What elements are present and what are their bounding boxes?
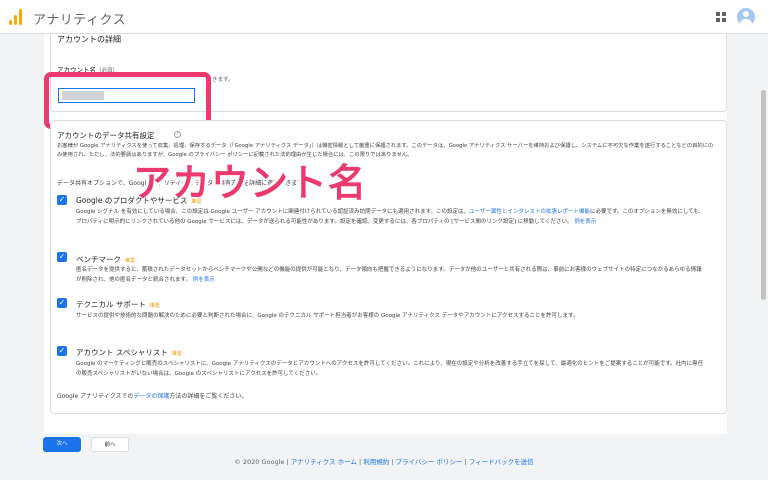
app-title: アナリティクス [33, 13, 127, 28]
option-title-text: Google のプロダクトやサービス [76, 196, 188, 205]
checkbox-technical-support[interactable]: ✓ [57, 298, 67, 308]
prev-button[interactable]: 前へ [91, 437, 129, 452]
footer-link-feedback[interactable]: フィードバックを送信 [469, 458, 534, 466]
option-title-account-specialist: アカウント スペシャリスト 推奨 [76, 347, 182, 358]
example-link[interactable]: 例を表示 [574, 219, 596, 225]
page-footer: © 2020 Google | アナリティクス ホーム | 利用規約 | プライ… [234, 458, 534, 466]
option-desc-text: Google シグナル を有効にしている場合、この設定は Google ユーザー… [76, 209, 470, 215]
footnote-text: Google アナリティクスでの [57, 393, 134, 400]
checkbox-google-products[interactable]: ✓ [57, 195, 67, 205]
option-title-google-products: Google のプロダクトやサービス 推奨 [76, 195, 201, 206]
apps-grid-icon[interactable] [716, 12, 726, 22]
top-bar: アナリティクス [0, 0, 768, 34]
copyright: © 2020 Google [234, 458, 285, 466]
demographics-link[interactable]: ユーザー属性とインタレストの拡張レポート機能 [469, 209, 590, 215]
option-desc-benchmark: 匿名データを提供すると、蓄積されたデータセットからベンチマークや公開などの機能の… [76, 266, 706, 285]
option-title-technical-support: テクニカル サポート 推奨 [76, 299, 160, 310]
scrollbar-thumb[interactable] [761, 90, 766, 300]
option-desc-text: 匿名データを提供すると、蓄積されたデータセットからベンチマークや公開などの機能の… [76, 267, 702, 283]
option-title-text: アカウント スペシャリスト [76, 348, 168, 357]
recommended-tag: 推奨 [149, 303, 160, 309]
option-title-text: テクニカル サポート [76, 300, 146, 309]
option-desc-google-products: Google シグナル を有効にしている場合、この設定は Google ユーザー… [76, 208, 706, 227]
footer-link-terms[interactable]: 利用規約 [363, 458, 389, 466]
example-link[interactable]: 例を表示 [193, 277, 215, 283]
recommended-tag: 推奨 [125, 258, 136, 264]
account-name-hint: きます。 [212, 77, 234, 83]
account-section-title: アカウントの詳細 [57, 35, 121, 44]
option-title-text: ベンチマーク [76, 255, 121, 264]
checkbox-benchmark[interactable]: ✓ [57, 252, 67, 262]
option-desc-technical-support: サービスの提供や技術的な問題の解決のために必要と判断された場合に、Google … [76, 313, 579, 319]
sharing-section-title: アカウントのデータ共有設定 [57, 131, 155, 140]
recommended-tag: 推奨 [171, 351, 182, 357]
option-title-benchmark: ベンチマーク 推奨 [76, 254, 135, 265]
option-desc-account-specialist: Google のマーケティングと販売のスペシャリストに、Google アナリティ… [76, 361, 704, 377]
data-protection-note: Google アナリティクスでのデータの保護方法の詳細をご覧ください。 [57, 391, 247, 400]
avatar[interactable] [737, 8, 755, 26]
footnote-text: 方法の詳細をご覧ください。 [169, 393, 248, 400]
footer-link-home[interactable]: アナリティクス ホーム [291, 458, 357, 466]
footer-link-privacy[interactable]: プライバシー ポリシー [396, 458, 463, 466]
analytics-logo-icon[interactable] [9, 9, 23, 25]
data-protection-link[interactable]: データの保護 [133, 393, 169, 400]
checkbox-account-specialist[interactable]: ✓ [57, 346, 67, 356]
help-icon[interactable]: ? [174, 131, 181, 138]
recommended-tag: 推奨 [191, 199, 202, 205]
next-button[interactable]: 次へ [43, 437, 81, 452]
